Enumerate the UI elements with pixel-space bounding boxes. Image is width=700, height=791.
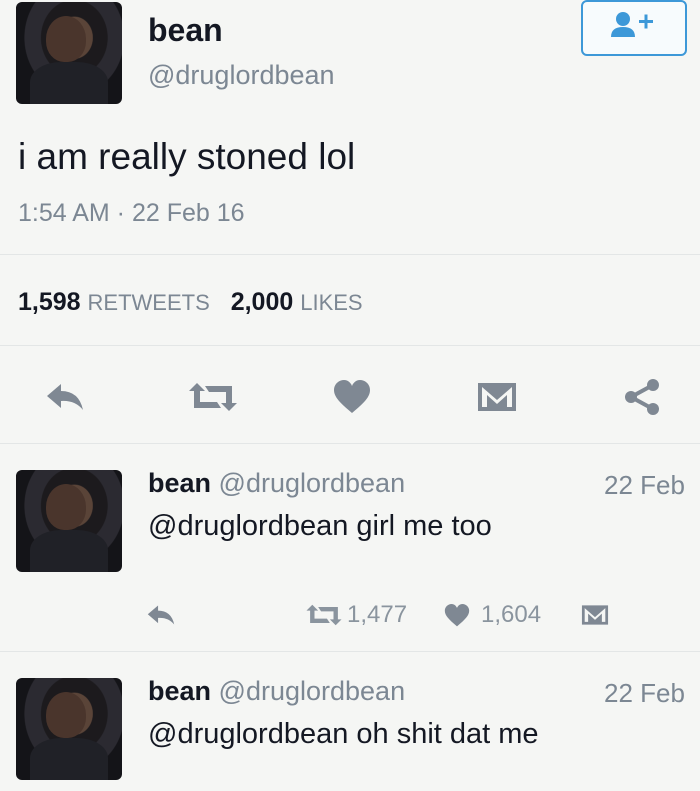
direct-message-button[interactable] xyxy=(470,375,524,419)
reply-header: bean @druglordbean xyxy=(148,468,405,499)
tweet-stats: 1,598 RETWEETS 2,000 LIKES xyxy=(18,288,363,317)
reply-avatar[interactable] xyxy=(16,678,122,780)
reply-dm-button[interactable] xyxy=(577,600,613,630)
divider xyxy=(0,254,700,255)
reply-author-name[interactable]: bean xyxy=(148,676,211,706)
divider xyxy=(0,345,700,346)
reply-author-name[interactable]: bean xyxy=(148,468,211,498)
main-author-handle[interactable]: @druglordbean xyxy=(148,60,335,91)
share-button[interactable] xyxy=(615,373,669,421)
retweet-button[interactable] xyxy=(183,375,243,419)
heart-icon xyxy=(334,380,370,413)
reply-text: @druglordbean oh shit dat me xyxy=(148,718,539,750)
reply-like-button[interactable] xyxy=(440,600,474,630)
reply-date[interactable]: 22 Feb xyxy=(604,470,685,501)
reply-text: @druglordbean girl me too xyxy=(148,510,492,542)
reply-date[interactable]: 22 Feb xyxy=(604,678,685,709)
heart-icon xyxy=(444,603,470,626)
main-author-name[interactable]: bean xyxy=(148,12,223,49)
reply-author-handle[interactable]: @druglordbean xyxy=(219,676,406,706)
retweet-icon xyxy=(189,383,237,411)
divider xyxy=(0,651,700,652)
like-label[interactable]: LIKES xyxy=(300,290,362,315)
share-icon xyxy=(625,379,659,415)
reply-button[interactable] xyxy=(40,375,90,419)
like-button[interactable] xyxy=(327,375,377,419)
reply-icon xyxy=(147,605,175,625)
retweet-count[interactable]: 1,598 xyxy=(18,288,81,316)
main-tweet-text: i am really stoned lol xyxy=(18,136,356,177)
reply-like-count[interactable]: 1,604 xyxy=(481,601,541,629)
follow-button[interactable] xyxy=(581,0,687,56)
reply-author-handle[interactable]: @druglordbean xyxy=(219,468,406,498)
reply-retweet-count[interactable]: 1,477 xyxy=(347,601,407,629)
follow-user-icon xyxy=(611,12,653,37)
envelope-icon xyxy=(581,605,609,625)
divider xyxy=(0,443,700,444)
reply-avatar[interactable] xyxy=(16,470,122,572)
reply-header: bean @druglordbean xyxy=(148,676,405,707)
reply-icon xyxy=(47,384,83,410)
retweet-icon xyxy=(306,604,342,626)
reply-reply-button[interactable] xyxy=(143,600,179,630)
main-avatar[interactable] xyxy=(16,2,122,104)
retweet-label[interactable]: RETWEETS xyxy=(88,290,210,315)
like-count[interactable]: 2,000 xyxy=(231,288,294,316)
envelope-icon xyxy=(478,383,516,411)
main-tweet-timestamp[interactable]: 1:54 AM · 22 Feb 16 xyxy=(18,199,245,228)
reply-retweet-button[interactable] xyxy=(303,600,345,630)
